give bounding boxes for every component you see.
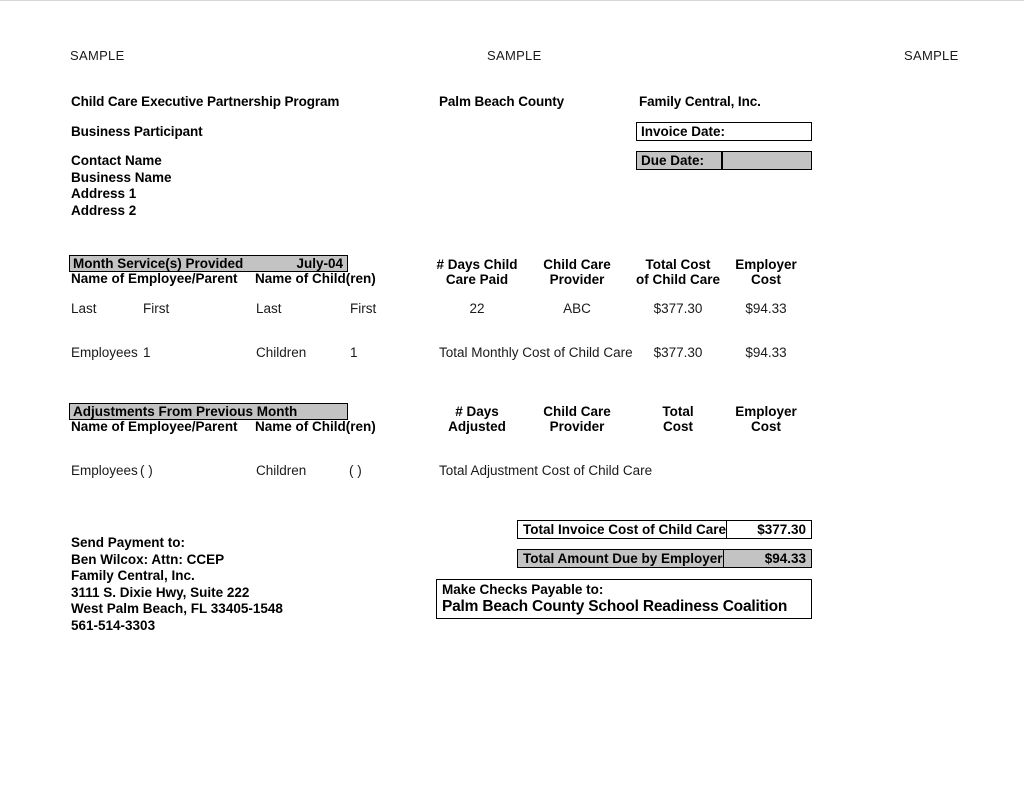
row-child-last: Last: [256, 301, 282, 316]
total-invoice-cost-label: Total Invoice Cost of Child Care: [523, 521, 727, 537]
business-participant-label: Business Participant: [71, 124, 203, 139]
row-employee-first: First: [143, 301, 170, 316]
adjustments-col-days-line2: Adjusted: [448, 419, 506, 434]
adjustments-bar: Adjustments From Previous Month: [69, 403, 348, 420]
send-payment-block: Send Payment to: Ben Wilcox: Attn: CCEP …: [71, 535, 283, 634]
row-child-first: First: [350, 301, 377, 316]
adj-employees-label: Employees: [71, 463, 138, 478]
row-days: 22: [469, 301, 485, 316]
sample-watermark-left: SAMPLE: [70, 48, 125, 63]
summary-employees-label: Employees: [71, 345, 138, 360]
adj-children-count: ( ): [349, 463, 362, 478]
service-col-provider-header: Child Care Provider: [525, 257, 629, 287]
row-provider: ABC: [563, 301, 591, 316]
service-col-employer-line1: Employer: [735, 257, 797, 272]
row-employer-cost: $94.33: [745, 301, 787, 316]
send-payment-street: 3111 S. Dixie Hwy, Suite 222: [71, 584, 250, 600]
business-name-line: Business Name: [71, 169, 172, 185]
address-line-1: Address 1: [71, 186, 137, 201]
adjustments-col-provider-line2: Provider: [549, 419, 605, 434]
due-date-field[interactable]: Due Date:: [636, 151, 812, 170]
service-col-days-header: # Days Child Care Paid: [425, 257, 529, 287]
adjustments-col-employer-line2: Cost: [751, 419, 781, 434]
make-checks-payable-to: Palm Beach County School Readiness Coali…: [442, 598, 788, 615]
due-date-label: Due Date:: [641, 152, 705, 168]
summary-employer-cost: $94.33: [745, 345, 787, 360]
adjustments-col-employer-header: Employer Cost: [714, 404, 818, 434]
invoice-page: SAMPLE SAMPLE SAMPLE Child Care Executiv…: [0, 0, 1024, 791]
adjustments-col-days-line1: # Days: [455, 404, 499, 419]
program-title: Child Care Executive Partnership Program: [71, 94, 340, 109]
service-col-employer-header: Employer Cost: [714, 257, 818, 287]
total-amount-due-box: Total Amount Due by Employer $94.33: [517, 549, 812, 568]
adjustments-col-days-header: # Days Adjusted: [425, 404, 529, 434]
service-col-employer-line2: Cost: [751, 272, 781, 287]
adjustments-col-provider-header: Child Care Provider: [525, 404, 629, 434]
summary-children-label: Children: [256, 345, 307, 360]
send-payment-label: Send Payment to:: [71, 535, 186, 550]
company-name: Family Central, Inc.: [639, 94, 761, 109]
adjustments-col-provider-line1: Child Care: [543, 404, 611, 419]
sample-watermark-right: SAMPLE: [904, 48, 959, 63]
adjustments-col-employee-header: Name of Employee/Parent: [71, 419, 238, 434]
month-service-value: July-04: [296, 255, 343, 271]
county-name: Palm Beach County: [439, 94, 565, 109]
service-col-days-line2: Care Paid: [445, 272, 509, 287]
summary-total-label: Total Monthly Cost of Child Care: [439, 345, 633, 360]
contact-block: Contact Name Business Name Address 1 Add…: [71, 153, 172, 219]
total-amount-due-label: Total Amount Due by Employer: [523, 550, 723, 566]
make-checks-payable-box: Make Checks Payable to: Palm Beach Count…: [436, 579, 812, 619]
service-col-provider-line1: Child Care: [543, 257, 611, 272]
make-checks-payable-label: Make Checks Payable to:: [442, 582, 604, 597]
address-line-2: Address 2: [71, 202, 137, 218]
send-payment-phone: 561-514-3303: [71, 617, 156, 633]
adjustments-col-child-header: Name of Child(ren): [255, 419, 376, 434]
invoice-date-label: Invoice Date:: [641, 123, 726, 139]
month-service-title: Month Service(s) Provided: [73, 255, 244, 271]
summary-children-count: 1: [350, 345, 358, 360]
service-col-employee-header: Name of Employee/Parent: [71, 271, 238, 286]
row-employee-last: Last: [71, 301, 97, 316]
summary-employees-count: 1: [143, 345, 151, 360]
service-col-child-header: Name of Child(ren): [255, 271, 376, 286]
total-invoice-cost-box: Total Invoice Cost of Child Care $377.30: [517, 520, 812, 539]
sample-watermark-center: SAMPLE: [487, 48, 542, 63]
send-payment-city: West Palm Beach, FL 33405-1548: [71, 601, 283, 616]
contact-name-line: Contact Name: [71, 153, 162, 168]
send-payment-company: Family Central, Inc.: [71, 568, 195, 583]
service-col-days-line1: # Days Child: [436, 257, 518, 272]
invoice-date-field[interactable]: Invoice Date:: [636, 122, 812, 141]
adj-total-label: Total Adjustment Cost of Child Care: [439, 463, 653, 478]
due-date-divider: [721, 152, 723, 169]
adjustments-title: Adjustments From Previous Month: [73, 403, 298, 419]
adj-children-label: Children: [256, 463, 307, 478]
total-amount-due-value: $94.33: [764, 550, 806, 566]
send-payment-attn: Ben Wilcox: Attn: CCEP: [71, 551, 225, 567]
adjustments-col-employer-line1: Employer: [735, 404, 797, 419]
month-service-bar: Month Service(s) Provided July-04: [69, 255, 348, 272]
total-invoice-cost-value: $377.30: [757, 521, 806, 537]
service-col-provider-line2: Provider: [549, 272, 605, 287]
adj-employees-count: ( ): [140, 463, 153, 478]
